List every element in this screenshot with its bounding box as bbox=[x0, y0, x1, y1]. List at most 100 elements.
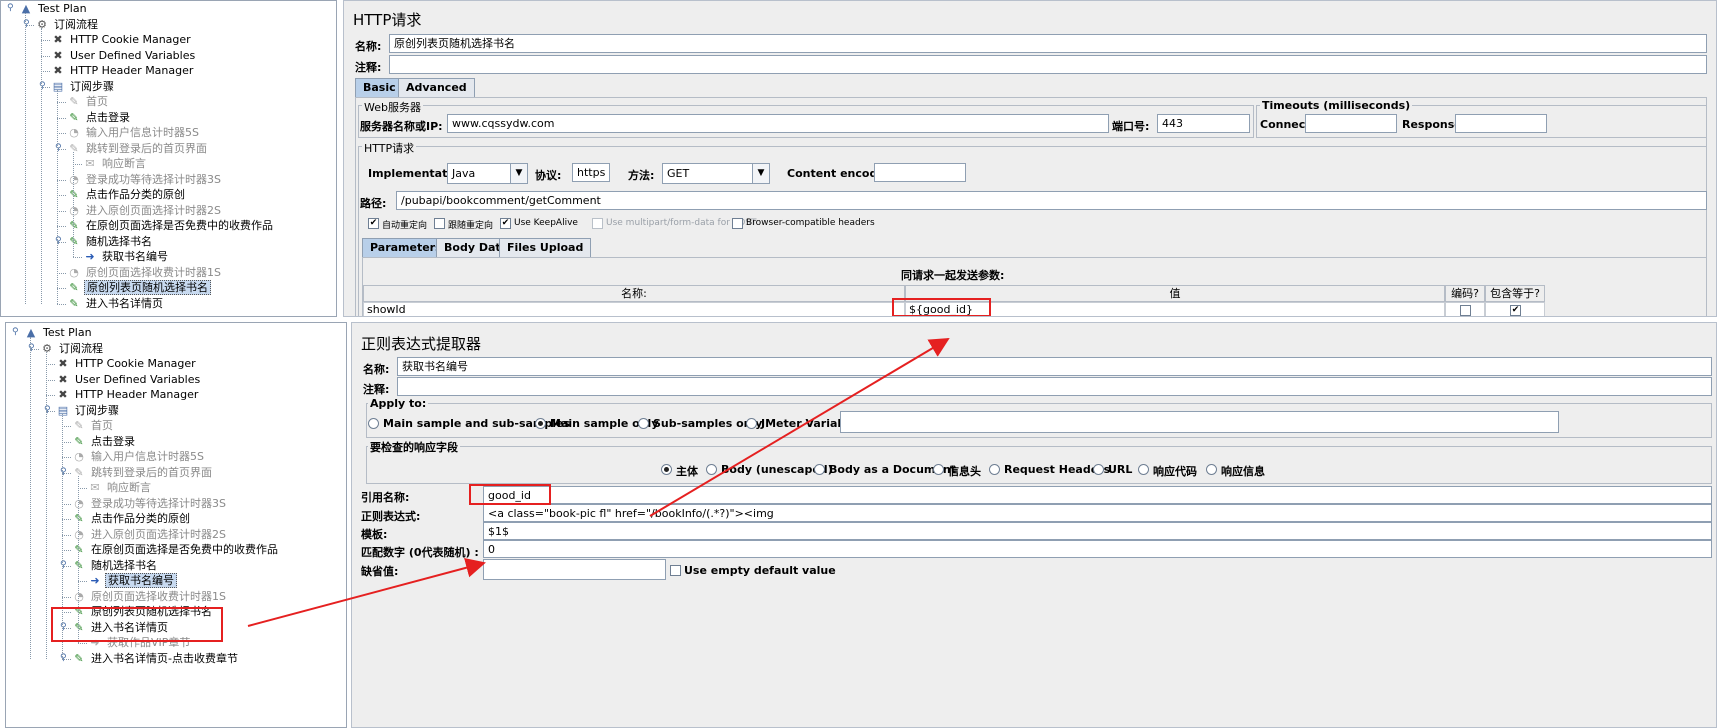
implementation-select[interactable]: Java ▼ bbox=[447, 163, 528, 184]
tree-node[interactable]: ✖ User Defined Variables bbox=[51, 48, 197, 64]
tree-node[interactable]: ▲ Test Plan bbox=[19, 1, 89, 17]
tree-node[interactable]: ✖ HTTP Cookie Manager bbox=[56, 356, 198, 372]
tab-files-upload[interactable]: Files Upload bbox=[499, 238, 592, 258]
tree-node[interactable]: ✎ 首页 bbox=[67, 94, 110, 110]
regex-field[interactable]: <a class="book-pic fl" href="/bookInfo/(… bbox=[483, 504, 1712, 522]
tree-node[interactable]: ✖ User Defined Variables bbox=[56, 372, 202, 388]
tree-node[interactable]: ✎ 原创列表页随机选择书名 bbox=[67, 280, 211, 296]
radio-button[interactable] bbox=[933, 464, 944, 475]
assertion-icon: ✉ bbox=[90, 481, 100, 494]
tree-node[interactable]: ▤ 订阅步骤 bbox=[51, 79, 116, 95]
server-field[interactable]: www.cqssydw.com bbox=[447, 114, 1109, 133]
tree-node[interactable]: ▤ 订阅步骤 bbox=[56, 403, 121, 419]
content-encoding-field[interactable] bbox=[874, 163, 966, 182]
tree-node[interactable]: ⚙ 订阅流程 bbox=[40, 341, 105, 357]
comment-field[interactable] bbox=[389, 55, 1707, 74]
tree-node[interactable]: ◔ 输入用户信息计时器5S bbox=[72, 449, 206, 465]
expand-toggle-icon[interactable]: ⚲ bbox=[60, 653, 67, 663]
radio-button[interactable] bbox=[989, 464, 1000, 475]
tree-node[interactable]: ✎ 点击作品分类的原创 bbox=[67, 187, 187, 203]
tree-node[interactable]: ◔ 原创页面选择收费计时器1S bbox=[67, 265, 223, 281]
col-header-include-equals[interactable]: 包含等于? bbox=[1485, 285, 1545, 302]
expand-toggle-icon[interactable]: ⚲ bbox=[39, 81, 46, 91]
include-equals-checkbox[interactable]: ✔ bbox=[1510, 305, 1521, 316]
expand-toggle-icon[interactable]: ⚲ bbox=[55, 236, 62, 246]
radio-button[interactable] bbox=[535, 418, 546, 429]
option-checkbox[interactable] bbox=[592, 218, 603, 229]
tree-node[interactable]: ✖ HTTP Header Manager bbox=[56, 387, 200, 403]
tree-node[interactable]: ✎ 随机选择书名 bbox=[72, 558, 159, 574]
tree-node[interactable]: ⚙ 订阅流程 bbox=[35, 17, 100, 33]
use-empty-default-checkbox[interactable] bbox=[670, 565, 681, 576]
tree-node[interactable]: ✎ 跳转到登录后的首页界面 bbox=[72, 465, 214, 481]
radio-button[interactable] bbox=[1138, 464, 1149, 475]
tree-node[interactable]: ✎ 进入书名详情页-点击收费章节 bbox=[72, 651, 240, 667]
radio-button[interactable] bbox=[661, 464, 672, 475]
tree-node[interactable]: ✉ 响应断言 bbox=[88, 480, 153, 496]
option-checkbox[interactable] bbox=[732, 218, 743, 229]
name-field[interactable]: 获取书名编号 bbox=[397, 357, 1712, 376]
radio-button[interactable] bbox=[1206, 464, 1217, 475]
tree-node[interactable]: ✖ HTTP Header Manager bbox=[51, 63, 195, 79]
reference-name-field[interactable]: good_id bbox=[483, 486, 1712, 504]
tree-node[interactable]: ◔ 进入原创页面选择计时器2S bbox=[67, 203, 223, 219]
col-header-name[interactable]: 名称: bbox=[363, 285, 905, 302]
encode-checkbox[interactable] bbox=[1460, 305, 1471, 316]
chevron-down-icon[interactable]: ▼ bbox=[752, 164, 769, 183]
radio-button[interactable] bbox=[706, 464, 717, 475]
method-select[interactable]: GET ▼ bbox=[662, 163, 770, 184]
tree-node[interactable]: ◔ 进入原创页面选择计时器2S bbox=[72, 527, 228, 543]
param-row-name[interactable]: showId bbox=[363, 302, 905, 316]
option-checkbox[interactable]: ✔ bbox=[368, 218, 379, 229]
port-field[interactable]: 443 bbox=[1157, 114, 1250, 133]
tree-node[interactable]: ✉ 响应断言 bbox=[83, 156, 148, 172]
comment-field[interactable] bbox=[397, 377, 1712, 396]
tree-node[interactable]: ✎ 跳转到登录后的首页界面 bbox=[67, 141, 209, 157]
timer-icon: ◔ bbox=[74, 450, 84, 463]
expand-toggle-icon[interactable]: ⚲ bbox=[23, 19, 30, 29]
radio-button[interactable] bbox=[638, 418, 649, 429]
path-field[interactable]: /pubapi/bookcomment/getComment bbox=[396, 191, 1707, 210]
jmeter-variable-field[interactable] bbox=[840, 411, 1559, 433]
col-header-encode[interactable]: 编码? bbox=[1445, 285, 1485, 302]
radio-button[interactable] bbox=[814, 464, 825, 475]
tree-node[interactable]: ◔ 原创页面选择收费计时器1S bbox=[72, 589, 228, 605]
option-checkbox[interactable] bbox=[434, 218, 445, 229]
expand-toggle-icon[interactable]: ⚲ bbox=[55, 143, 62, 153]
match-number-field[interactable]: 0 bbox=[483, 540, 1712, 558]
default-value-field[interactable] bbox=[483, 559, 666, 580]
tree-node[interactable]: ◔ 输入用户信息计时器5S bbox=[67, 125, 201, 141]
tree-node[interactable]: ➜ 获取书名编号 bbox=[83, 249, 170, 265]
template-field[interactable]: $1$ bbox=[483, 522, 1712, 540]
radio-button[interactable] bbox=[1093, 464, 1104, 475]
tab-advanced[interactable]: Advanced bbox=[398, 78, 475, 98]
tree-node[interactable]: ◔ 登录成功等待选择计时器3S bbox=[67, 172, 223, 188]
tree-node[interactable]: ✎ 进入书名详情页 bbox=[67, 296, 165, 312]
radio-button[interactable] bbox=[746, 418, 757, 429]
expand-toggle-icon[interactable]: ⚲ bbox=[12, 327, 19, 337]
tree-node[interactable]: ➜ 获取书名编号 bbox=[88, 573, 177, 589]
expand-toggle-icon[interactable]: ⚲ bbox=[7, 3, 14, 13]
tree-node[interactable]: ✎ 点击作品分类的原创 bbox=[72, 511, 192, 527]
tree-node[interactable]: ◔ 登录成功等待选择计时器3S bbox=[72, 496, 228, 512]
response-field[interactable] bbox=[1455, 114, 1547, 133]
chevron-down-icon[interactable]: ▼ bbox=[510, 164, 527, 183]
expand-toggle-icon[interactable]: ⚲ bbox=[28, 343, 35, 353]
tree-node[interactable]: ▲ Test Plan bbox=[24, 325, 94, 341]
protocol-field[interactable]: https bbox=[572, 163, 610, 182]
expand-toggle-icon[interactable]: ⚲ bbox=[44, 405, 51, 415]
option-checkbox[interactable]: ✔ bbox=[500, 218, 511, 229]
tree-node[interactable]: ✖ HTTP Cookie Manager bbox=[51, 32, 193, 48]
tree-node[interactable]: ✎ 首页 bbox=[72, 418, 115, 434]
name-field[interactable]: 原创列表页随机选择书名 bbox=[389, 34, 1707, 53]
tab-basic[interactable]: Basic bbox=[355, 78, 404, 98]
tree-node[interactable]: ✎ 在原创页面选择是否免费中的收费作品 bbox=[72, 542, 280, 558]
expand-toggle-icon[interactable]: ⚲ bbox=[60, 560, 67, 570]
tree-node[interactable]: ✎ 点击登录 bbox=[67, 110, 132, 126]
connect-field[interactable] bbox=[1305, 114, 1397, 133]
tree-node[interactable]: ✎ 在原创页面选择是否免费中的收费作品 bbox=[67, 218, 275, 234]
expand-toggle-icon[interactable]: ⚲ bbox=[60, 467, 67, 477]
tree-node[interactable]: ✎ 随机选择书名 bbox=[67, 234, 154, 250]
tree-node[interactable]: ✎ 点击登录 bbox=[72, 434, 137, 450]
radio-button[interactable] bbox=[368, 418, 379, 429]
